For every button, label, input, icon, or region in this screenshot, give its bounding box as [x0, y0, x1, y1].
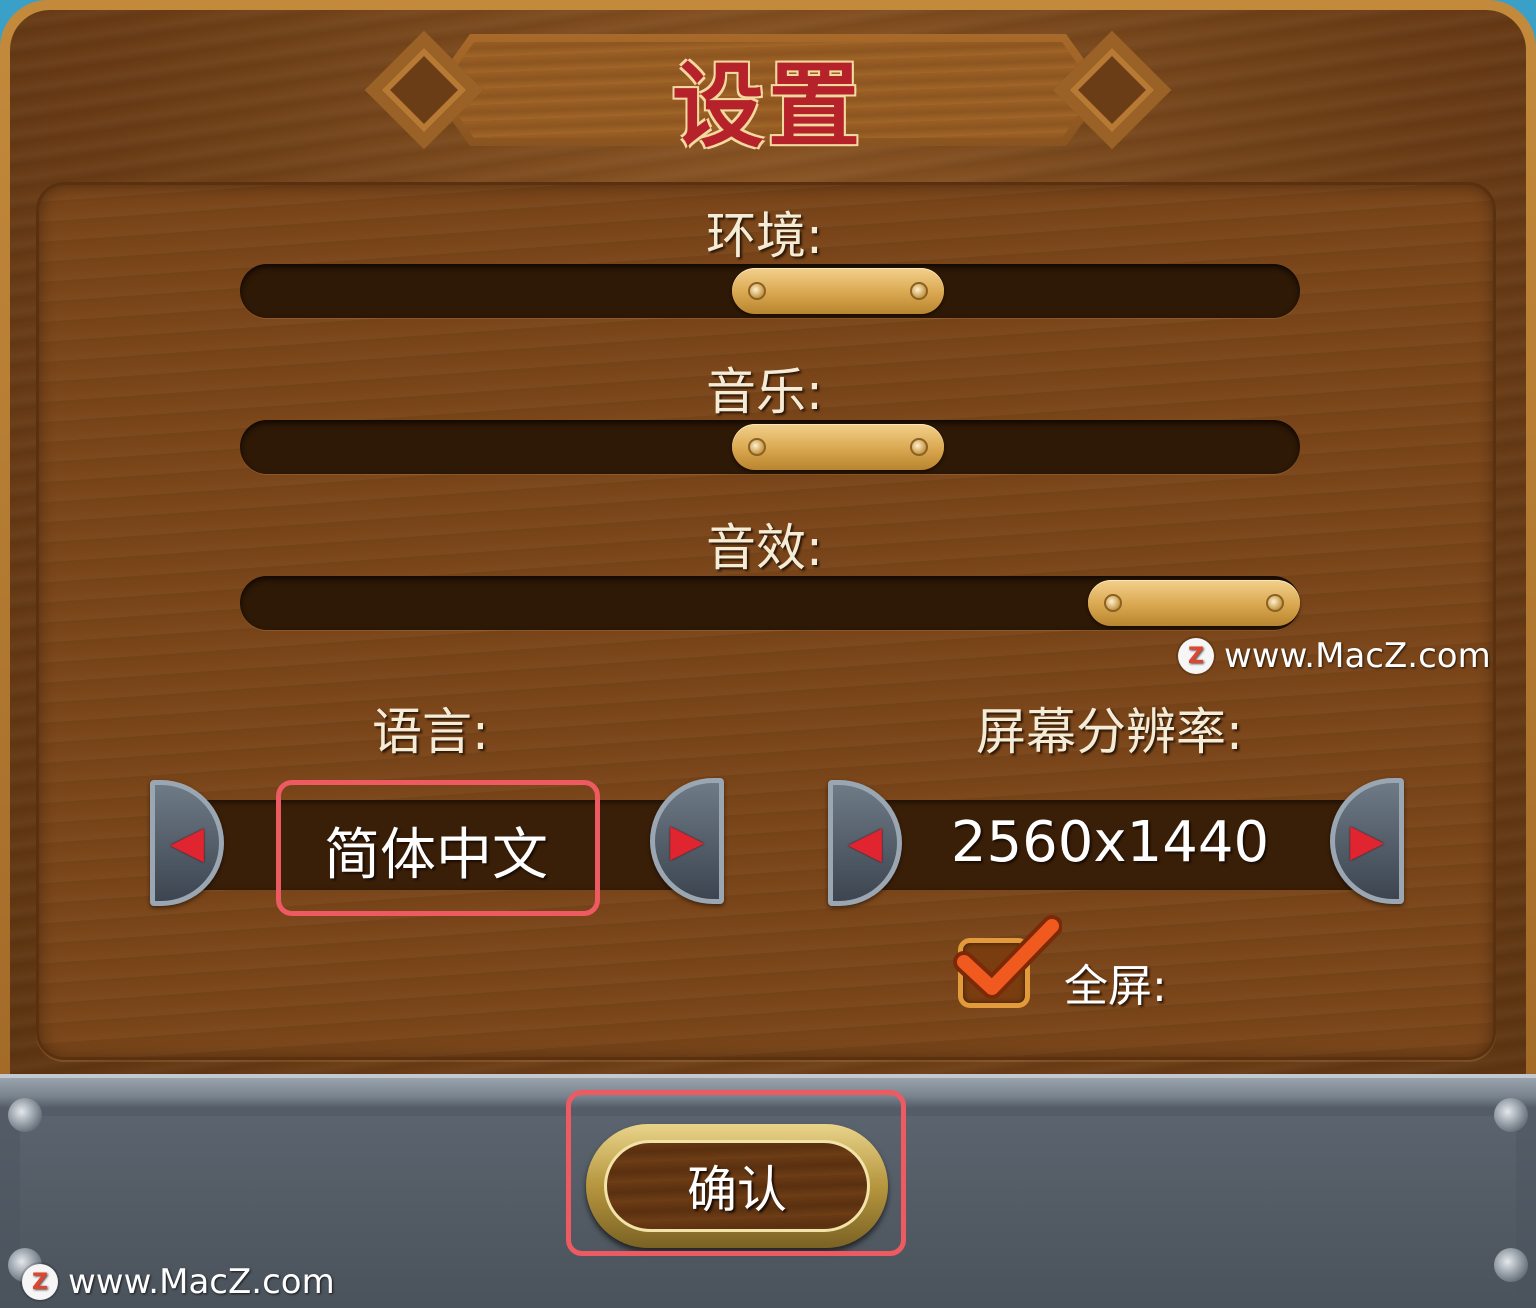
rivet-icon	[909, 438, 928, 456]
fullscreen-label: 全屏:	[1064, 961, 1167, 1012]
watermark: Z www.MacZ.com	[22, 1262, 335, 1302]
language-highlight	[276, 780, 600, 916]
rivet-icon	[1104, 594, 1122, 612]
left-arrow-icon: ◀	[848, 817, 882, 868]
dialog-title: 设置	[671, 53, 864, 160]
ambient-slider-thumb[interactable]	[731, 268, 944, 314]
sfx-slider[interactable]	[240, 576, 1300, 630]
resolution-label: 屏幕分辨率:	[976, 703, 1243, 761]
title-banner: 设置	[360, 26, 1176, 160]
checkmark-icon	[953, 915, 1062, 999]
watermark: Z www.MacZ.com	[1178, 636, 1491, 676]
resolution-value: 2560x1440	[950, 810, 1270, 875]
language-label: 语言:	[372, 703, 489, 761]
music-label: 音乐:	[706, 363, 823, 421]
bolt-icon	[1494, 1248, 1528, 1282]
watermark-logo-icon: Z	[1178, 638, 1214, 674]
bolt-icon	[8, 1098, 42, 1132]
music-slider[interactable]	[240, 420, 1300, 474]
ambient-label: 环境:	[706, 207, 823, 265]
rivet-icon	[1266, 594, 1284, 612]
right-arrow-icon: ▶	[1350, 815, 1384, 866]
bolt-icon	[1494, 1098, 1528, 1132]
watermark-logo-icon: Z	[22, 1264, 58, 1300]
ambient-slider[interactable]	[240, 264, 1300, 318]
watermark-text: www.MacZ.com	[1224, 636, 1491, 676]
sfx-label: 音效:	[706, 519, 823, 577]
confirm-highlight	[566, 1090, 906, 1256]
music-slider-thumb[interactable]	[731, 424, 944, 470]
sfx-slider-thumb[interactable]	[1088, 580, 1300, 626]
watermark-text: www.MacZ.com	[68, 1262, 335, 1302]
rivet-icon	[747, 438, 766, 456]
rivet-icon	[747, 282, 766, 300]
right-arrow-icon: ▶	[670, 815, 704, 866]
rivet-icon	[909, 282, 928, 300]
left-arrow-icon: ◀	[170, 817, 204, 868]
